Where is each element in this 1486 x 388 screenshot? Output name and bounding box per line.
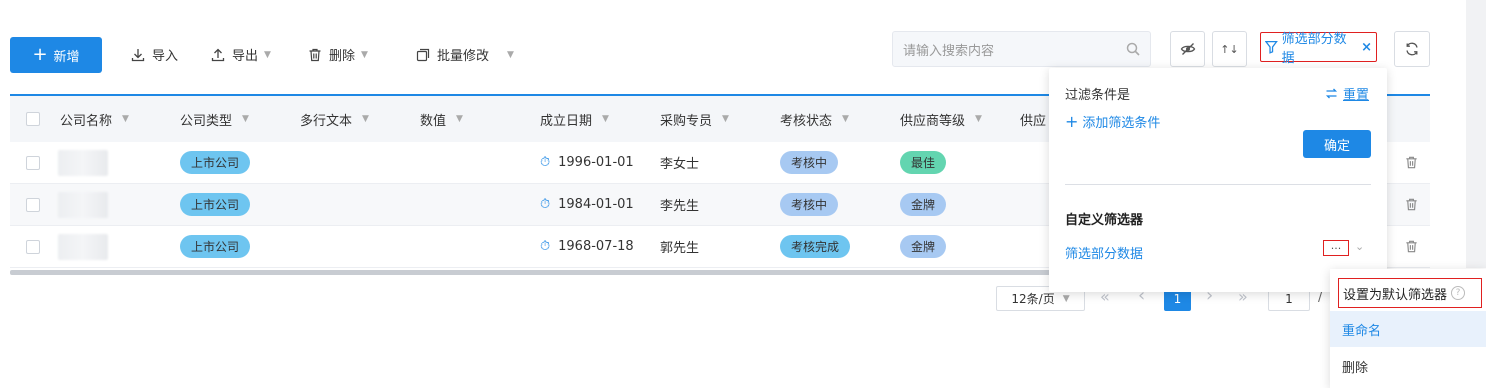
upload-icon: [211, 48, 225, 61]
select-all-checkbox[interactable]: [26, 96, 40, 142]
current-page-label: 1: [1173, 291, 1182, 306]
page-separator: /: [1318, 290, 1323, 305]
column-header[interactable]: 供应: [1020, 96, 1046, 142]
trash-icon: [309, 48, 321, 61]
company-type-tag: 上市公司: [180, 235, 251, 258]
grade-tag: 金牌: [900, 235, 947, 258]
page-size-label: 12条/页: [1011, 292, 1055, 306]
company-type-tag: 上市公司: [180, 193, 251, 216]
row-delete-button[interactable]: [1404, 184, 1419, 225]
import-label: 导入: [152, 49, 179, 64]
sort-icon: ↑↓: [1220, 42, 1239, 56]
buyer-cell: 郭先生: [660, 241, 700, 256]
column-header[interactable]: 数值 ▼: [420, 96, 463, 142]
import-button[interactable]: 导入: [130, 45, 178, 64]
sort-button[interactable]: ↑↓: [1212, 31, 1247, 67]
company-name-blurred: [58, 184, 108, 225]
filter-chip[interactable]: 筛选部分数据 ×: [1260, 32, 1377, 66]
page-scroll-track: [1466, 0, 1486, 268]
delete-label: 删除: [329, 49, 356, 64]
row-delete-button[interactable]: [1404, 142, 1419, 183]
status-tag: 考核完成: [780, 235, 851, 258]
hide-columns-button[interactable]: [1170, 31, 1205, 67]
funnel-icon: [1265, 41, 1278, 54]
export-button[interactable]: 导出 ▼: [210, 45, 271, 64]
company-name-blurred: [58, 142, 108, 183]
clock-icon: ⏱: [540, 239, 551, 254]
date-cell: ⏱ 1984-01-01: [540, 197, 634, 212]
plus-icon: +: [1065, 111, 1079, 131]
rename-item[interactable]: 重命名: [1330, 311, 1486, 347]
batch-edit-button[interactable]: 批量修改 ▼: [415, 45, 514, 64]
custom-filter-title: 自定义筛选器: [1065, 213, 1144, 228]
trash-icon: [1406, 156, 1417, 169]
reset-button[interactable]: 重置: [1325, 84, 1369, 103]
export-label: 导出: [232, 49, 259, 64]
divider: [1065, 184, 1371, 185]
company-type-tag: 上市公司: [180, 151, 251, 174]
search-input[interactable]: 请输入搜索内容: [892, 31, 1151, 67]
batch-edit-label: 批量修改: [437, 49, 490, 64]
column-header[interactable]: 公司名称 ▼: [60, 96, 129, 142]
filter-chip-label: 筛选部分数据: [1281, 32, 1347, 66]
column-header[interactable]: 考核状态 ▼: [780, 96, 849, 142]
delete-item[interactable]: 删除: [1330, 349, 1486, 383]
date-cell: ⏱ 1968-07-18: [540, 239, 634, 254]
column-header[interactable]: 公司类型 ▼: [180, 96, 249, 142]
status-tag: 考核中: [780, 193, 839, 216]
grade-tag: 金牌: [900, 193, 947, 216]
download-icon: [131, 48, 145, 61]
trash-icon: [1406, 240, 1417, 253]
clock-icon: ⏱: [540, 155, 551, 170]
date-cell: ⏱ 1996-01-01: [540, 155, 634, 170]
buyer-cell: 李先生: [660, 199, 700, 214]
status-tag: 考核中: [780, 151, 839, 174]
grade-tag: 最佳: [900, 151, 947, 174]
chevron-down-icon[interactable]: ⌄: [1355, 240, 1364, 253]
row-checkbox[interactable]: [26, 142, 40, 183]
buyer-cell: 李女士: [660, 157, 700, 172]
close-icon[interactable]: ×: [1361, 40, 1372, 55]
new-button[interactable]: + 新增: [10, 37, 102, 73]
row-delete-button[interactable]: [1404, 226, 1419, 267]
plus-icon: +: [32, 44, 48, 65]
search-icon: [1126, 42, 1140, 56]
row-checkbox[interactable]: [26, 184, 40, 225]
search-placeholder: 请输入搜索内容: [903, 43, 995, 59]
delete-button[interactable]: 删除 ▼: [307, 45, 368, 64]
caret-down-icon: ▼: [1062, 293, 1070, 304]
eye-off-icon: [1180, 43, 1195, 55]
custom-filter-item[interactable]: 筛选部分数据: [1065, 243, 1143, 262]
refresh-button[interactable]: [1394, 31, 1430, 67]
caret-down-icon: ▼: [507, 49, 514, 60]
column-header[interactable]: 多行文本 ▼: [300, 96, 369, 142]
refresh-icon: [1406, 42, 1418, 56]
filter-popover: 过滤条件是 重置 + 添加筛选条件 确定 自定义筛选器 筛选部分数据 ··· ⌄: [1049, 68, 1387, 292]
row-checkbox[interactable]: [26, 226, 40, 267]
company-name-blurred: [58, 226, 108, 267]
add-condition-button[interactable]: + 添加筛选条件: [1065, 112, 1160, 131]
reset-icon: [1325, 88, 1338, 99]
column-header[interactable]: 采购专员 ▼: [660, 96, 729, 142]
new-button-label: 新增: [53, 49, 80, 65]
more-icon: ···: [1330, 241, 1342, 255]
trash-icon: [1406, 198, 1417, 211]
copy-edit-icon: [416, 48, 430, 61]
confirm-button[interactable]: 确定: [1303, 130, 1371, 158]
caret-down-icon: ▼: [264, 49, 271, 60]
more-button[interactable]: ···: [1323, 240, 1349, 256]
condition-title: 过滤条件是: [1065, 88, 1131, 103]
clock-icon: ⏱: [540, 197, 551, 212]
caret-down-icon: ▼: [361, 49, 368, 60]
filter-context-menu: 设置为默认筛选器 ? 重命名 删除: [1330, 269, 1486, 388]
set-default-filter-item[interactable]: 设置为默认筛选器 ?: [1338, 278, 1482, 308]
help-icon: ?: [1451, 286, 1466, 300]
column-header[interactable]: 成立日期 ▼: [540, 96, 609, 142]
column-header[interactable]: 供应商等级 ▼: [900, 96, 982, 142]
